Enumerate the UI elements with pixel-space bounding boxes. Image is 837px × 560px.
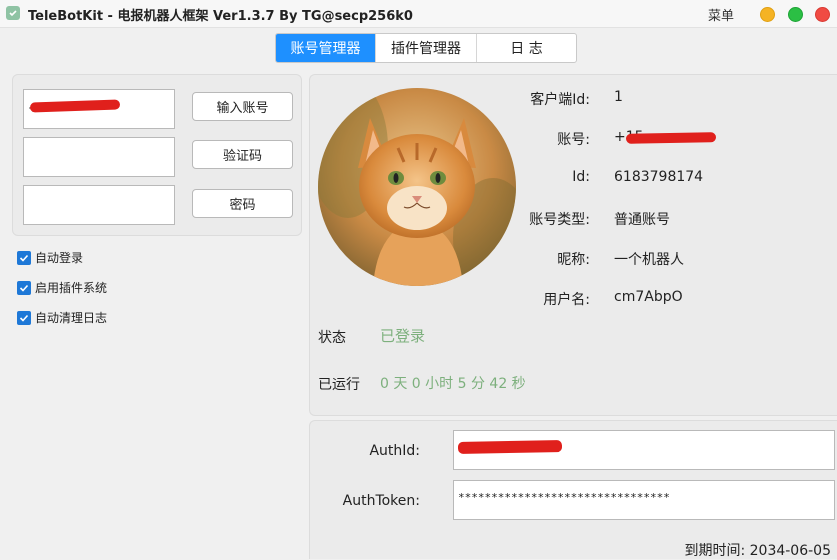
redaction-mark: [29, 99, 121, 113]
tab-plugin-manager[interactable]: 插件管理器: [376, 34, 477, 62]
maximize-button[interactable]: [788, 7, 803, 22]
auth-panel: AuthId: AuthToken: *********************…: [309, 420, 837, 559]
username-label: 用户名:: [543, 292, 590, 308]
option-auto-clean-log[interactable]: 自动清理日志: [17, 309, 107, 326]
username-value: cm7AbpO: [614, 289, 683, 305]
user-id-label: Id:: [572, 169, 590, 185]
nickname-label: 昵称:: [557, 252, 590, 268]
authtoken-input[interactable]: ********************************: [453, 480, 835, 520]
status-value: 已登录: [380, 327, 426, 345]
option-label: 自动清理日志: [35, 311, 108, 325]
profile-panel: 客户端Id: 1 账号: +15 Id: 6183798174 账号类型: 普通…: [309, 74, 837, 416]
account-input[interactable]: +: [23, 89, 175, 129]
account-type-label: 账号类型:: [529, 212, 590, 228]
checkbox-checked-icon[interactable]: [17, 280, 31, 295]
redaction-mark: [457, 440, 563, 454]
authid-input[interactable]: [453, 430, 835, 470]
verification-code-input[interactable]: [23, 137, 175, 177]
tab-account-manager[interactable]: 账号管理器: [276, 34, 376, 62]
title-bar: TeleBotKit - 电报机器人框架 Ver1.3.7 By TG@secp…: [0, 0, 837, 28]
close-button[interactable]: [815, 7, 830, 22]
login-panel: + 输入账号 验证码 密码: [12, 74, 302, 236]
redaction-mark: [625, 132, 717, 144]
account-label: 账号:: [557, 132, 590, 148]
app-logo-icon: [6, 6, 20, 20]
tab-log[interactable]: 日 志: [477, 34, 576, 62]
authid-label: AuthId:: [369, 443, 420, 459]
status-label: 状态: [318, 330, 346, 346]
client-id-value: 1: [614, 89, 623, 105]
input-account-button[interactable]: 输入账号: [192, 92, 293, 121]
user-id-value: 6183798174: [614, 169, 704, 185]
checkbox-checked-icon[interactable]: [17, 250, 31, 265]
main-tabs: 账号管理器 插件管理器 日 志: [275, 33, 577, 63]
nickname-value: 一个机器人: [614, 252, 684, 268]
password-input[interactable]: [23, 185, 175, 225]
expiry-info: 到期时间: 2034-06-05: [684, 540, 831, 560]
expiry-label: 到期时间:: [684, 543, 746, 559]
option-label: 自动登录: [35, 251, 84, 265]
window-title: TeleBotKit - 电报机器人框架 Ver1.3.7 By TG@secp…: [28, 9, 413, 24]
checkbox-checked-icon[interactable]: [17, 310, 31, 325]
expiry-value: 2034-06-05: [749, 543, 831, 559]
option-label: 启用插件系统: [35, 281, 108, 295]
password-button[interactable]: 密码: [192, 189, 293, 218]
option-auto-login[interactable]: 自动登录: [17, 249, 83, 266]
authtoken-label: AuthToken:: [342, 493, 420, 509]
option-enable-plugins[interactable]: 启用插件系统: [17, 279, 107, 296]
minimize-button[interactable]: [760, 7, 775, 22]
verification-code-button[interactable]: 验证码: [192, 140, 293, 169]
runtime-value: 0 天 0 小时 5 分 42 秒: [380, 376, 526, 392]
client-id-label: 客户端Id:: [530, 92, 590, 108]
account-type-value: 普通账号: [614, 212, 670, 228]
menu-button[interactable]: 菜单: [708, 5, 734, 24]
runtime-label: 已运行: [318, 377, 360, 393]
